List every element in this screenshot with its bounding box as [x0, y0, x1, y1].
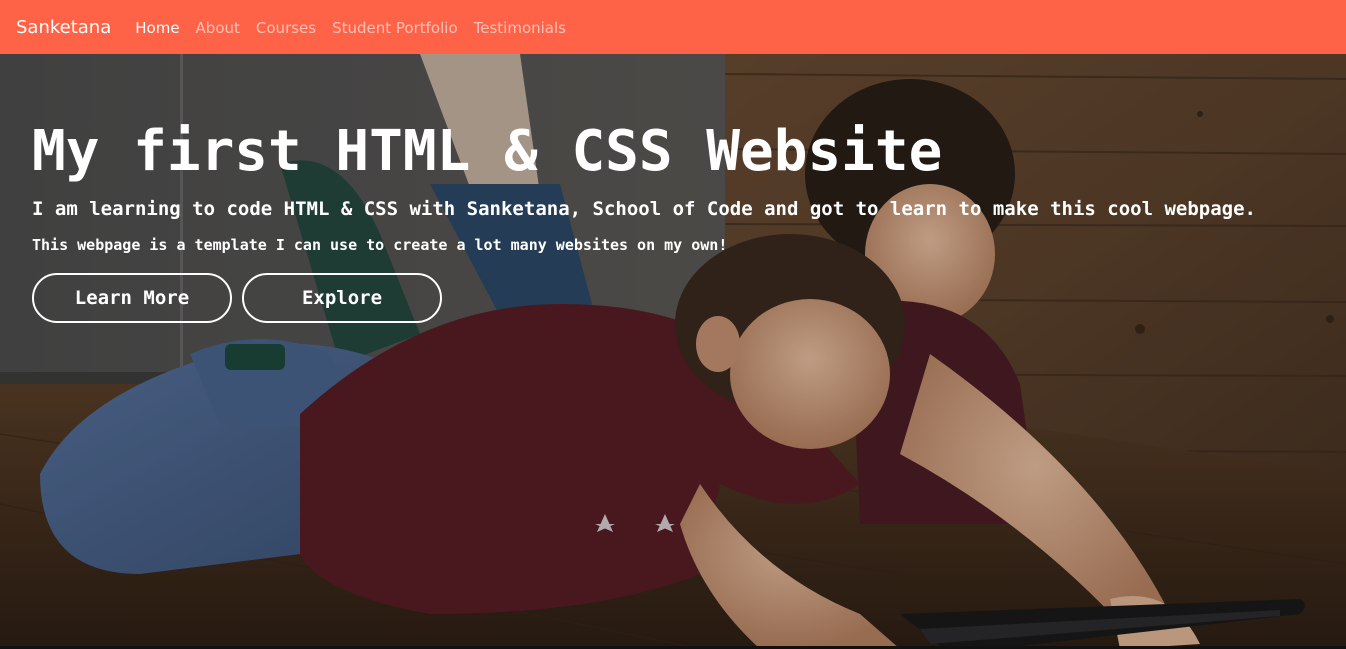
explore-button[interactable]: Explore [242, 273, 442, 323]
top-navbar: Sanketana Home About Courses Student Por… [0, 0, 1346, 54]
hero-content: My first HTML & CSS Website I am learnin… [32, 118, 1332, 323]
nav-link-testimonials[interactable]: Testimonials [474, 19, 566, 37]
nav-link-home[interactable]: Home [135, 19, 179, 37]
hero-section: My first HTML & CSS Website I am learnin… [0, 54, 1346, 649]
learn-more-button[interactable]: Learn More [32, 273, 232, 323]
brand-logo[interactable]: Sanketana [16, 17, 111, 38]
nav-link-about[interactable]: About [196, 19, 240, 37]
hero-description: This webpage is a template I can use to … [32, 236, 728, 254]
hero-title: My first HTML & CSS Website [32, 119, 943, 184]
nav-menu: Home About Courses Student Portfolio Tes… [135, 18, 582, 37]
hero-subtitle: I am learning to code HTML & CSS with Sa… [32, 198, 1256, 220]
nav-link-student-portfolio[interactable]: Student Portfolio [332, 19, 458, 37]
hero-button-group: Learn More Explore [32, 273, 1332, 323]
nav-link-courses[interactable]: Courses [256, 19, 316, 37]
